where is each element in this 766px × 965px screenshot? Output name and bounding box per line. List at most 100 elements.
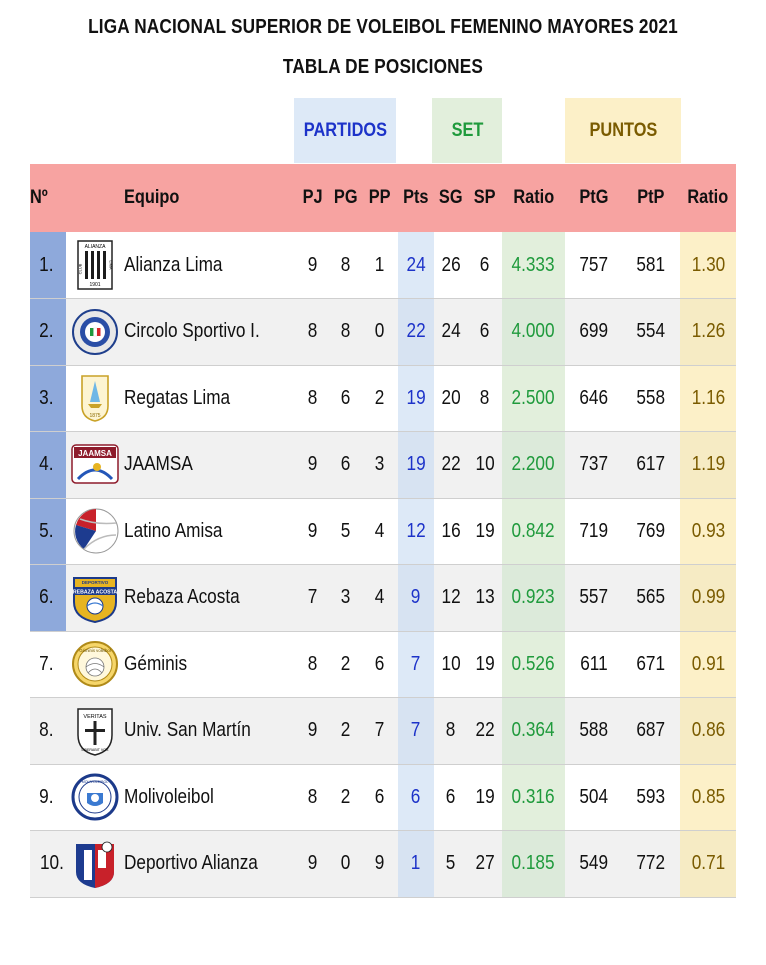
position-cell: 4. [30, 431, 66, 498]
col-ratio-set: 0.842 [502, 498, 565, 565]
col-ptg: 646 [579, 386, 608, 409]
col-ptg: 757 [579, 253, 608, 276]
team-name: Deportivo Alianza [124, 852, 258, 875]
col-header-pg: PG [333, 187, 358, 208]
col-pg: 2 [340, 719, 351, 742]
col-ratio-set: 2.500 [502, 365, 565, 432]
univ-san-martin-logo: VERITAS LIBERABIT VOS [70, 705, 120, 757]
geminis-logo: Géminis voleibol [70, 638, 120, 690]
col-sp: 22 [475, 719, 495, 742]
col-header-pp: PP [369, 187, 391, 208]
col-ptg: 699 [579, 320, 608, 343]
svg-text:1875: 1875 [89, 413, 100, 419]
col-pp: 9 [375, 852, 385, 875]
col-pg: 3 [340, 586, 351, 609]
col-ptg: 611 [579, 652, 608, 675]
col-pj: 7 [307, 586, 318, 609]
col-sp: 19 [475, 652, 495, 675]
team-name: Latino Amisa [124, 519, 223, 542]
col-header-equipo: Equipo [124, 187, 180, 208]
team-name: Univ. San Martín [124, 719, 251, 742]
alianza-lima-logo: ALIANZA CLUB LIMA 1901 [70, 239, 120, 291]
table-row: 1. ALIANZA CLUB LIMA 1901 Alianza Lima 9 8… [30, 232, 736, 299]
logo-cell: JAAMSA [66, 432, 124, 499]
logo-cell: VERITAS LIBERABIT VOS [66, 698, 124, 765]
svg-text:1901: 1901 [89, 282, 100, 288]
col-ptg: 737 [579, 453, 608, 476]
table-row: 7. Géminis voleibol Géminis 8 2 6 7 10 19 0.526… [30, 631, 736, 698]
col-pj: 8 [307, 386, 318, 409]
col-pj: 9 [307, 852, 318, 875]
team-name: Circolo Sportivo I. [124, 320, 260, 343]
col-header-logo [66, 164, 124, 232]
col-pts: 19 [398, 431, 434, 498]
group-header-partidos: PARTIDOS [294, 98, 396, 163]
svg-text:ALIANZA: ALIANZA [85, 244, 107, 250]
rebaza-acosta-logo: DEPORTIVO REBAZA ACOSTA [70, 572, 120, 624]
position-cell: 8. [39, 719, 54, 742]
col-ptp: 671 [636, 652, 666, 675]
col-header-ratio-set: Ratio [513, 187, 554, 208]
standings-table: Nº Equipo PJ PG PP Pts SG SP Ratio PtG P… [30, 164, 736, 898]
col-pj: 9 [307, 719, 318, 742]
col-pp: 4 [375, 586, 385, 609]
page-subtitle: TABLA DE POSICIONES [282, 56, 484, 78]
team-name: Rebaza Acosta [124, 586, 240, 609]
col-ptp: 593 [636, 785, 666, 808]
col-ptp: 687 [636, 719, 666, 742]
col-pts: 19 [398, 365, 434, 432]
col-ratio-pts: 0.91 [680, 631, 736, 698]
col-ratio-set: 4.333 [502, 232, 565, 299]
col-ratio-pts: 0.99 [680, 564, 736, 631]
col-sg: 5 [446, 852, 456, 875]
logo-cell: DEPORTIVO REBAZA ACOSTA [66, 565, 124, 632]
col-sg: 22 [441, 453, 461, 476]
deportivo-alianza-logo [70, 838, 120, 890]
col-sp: 10 [475, 453, 495, 476]
col-ratio-set: 0.364 [502, 697, 565, 764]
col-pp: 6 [375, 785, 385, 808]
col-pts: 7 [398, 697, 434, 764]
col-ratio-set: 0.923 [502, 564, 565, 631]
col-ratio-pts: 0.85 [680, 764, 736, 831]
col-ratio-pts: 1.19 [680, 431, 736, 498]
col-ratio-pts: 1.26 [680, 298, 736, 365]
col-pj: 8 [307, 652, 318, 675]
position-cell: 9. [39, 785, 54, 808]
svg-text:REBAZA ACOSTA: REBAZA ACOSTA [73, 589, 117, 595]
col-ptg: 557 [579, 586, 608, 609]
col-pg: 2 [340, 652, 351, 675]
position-cell: 3. [30, 365, 66, 432]
col-sp: 19 [475, 519, 495, 542]
position-cell: 10. [39, 852, 64, 875]
logo-cell: 1875 [66, 365, 124, 432]
col-pp: 1 [375, 253, 385, 276]
col-pg: 5 [340, 519, 351, 542]
col-ptg: 549 [579, 852, 608, 875]
svg-text:MOLIVOLEIBOL: MOLIVOLEIBOL [82, 780, 109, 784]
col-pp: 2 [375, 386, 385, 409]
logo-cell [66, 498, 124, 565]
col-pts: 1 [398, 830, 434, 897]
col-pg: 8 [340, 320, 351, 343]
latino-amisa-logo [70, 505, 120, 557]
svg-text:LIMA: LIMA [109, 260, 114, 270]
table-row: 8. VERITAS LIBERABIT VOS Univ. San Martí… [30, 697, 736, 765]
svg-text:Géminis voleibol: Géminis voleibol [79, 648, 111, 653]
team-name: Alianza Lima [124, 253, 223, 276]
table-row: 2. Circolo Sportivo I. 8 8 0 22 24 6 4.000 699 55… [30, 298, 736, 365]
col-pp: 3 [375, 453, 385, 476]
col-ratio-pts: 1.16 [680, 365, 736, 432]
col-ptp: 617 [636, 453, 666, 476]
col-sp: 8 [480, 386, 490, 409]
col-pg: 6 [340, 453, 351, 476]
col-header-ptg: PtG [578, 187, 609, 208]
logo-cell: Géminis voleibol [66, 631, 124, 698]
position-cell: 6. [30, 564, 66, 631]
col-header-pts: Pts [403, 187, 429, 208]
col-ratio-set: 0.526 [502, 631, 565, 698]
col-ratio-pts: 0.71 [680, 830, 736, 897]
team-name: Géminis [124, 652, 188, 675]
svg-text:LIBERABIT VOS: LIBERABIT VOS [82, 748, 109, 752]
molivoleibol-logo: MOLIVOLEIBOL [70, 771, 120, 823]
